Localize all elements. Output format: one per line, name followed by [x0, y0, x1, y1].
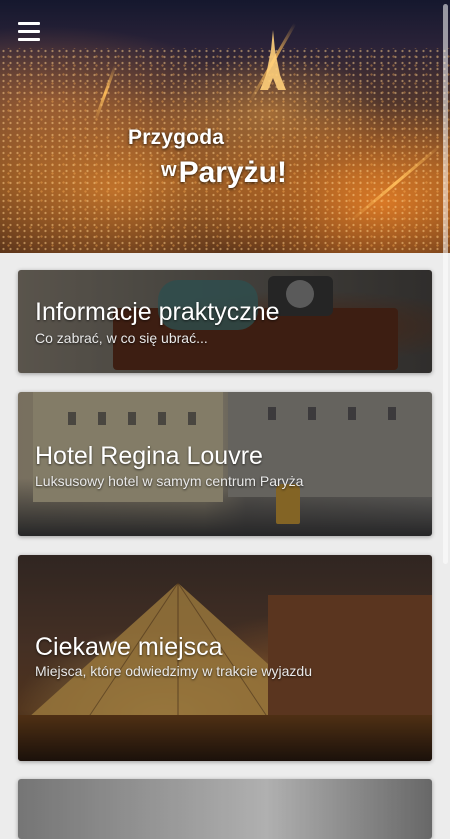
card-title: Informacje praktyczne — [35, 298, 280, 326]
card-title: Ciekawe miejsca — [35, 633, 223, 661]
card-practical-info[interactable]: Informacje praktyczne Co zabrać, w co si… — [18, 270, 432, 373]
card-attractions[interactable]: Ciekawe miejsca Miejsca, które odwiedzim… — [18, 555, 432, 761]
menu-button[interactable] — [12, 14, 46, 48]
card-subtitle: Luksusowy hotel w samym centrum Paryża — [35, 473, 304, 489]
title-line-2: Paryżu! — [178, 156, 287, 189]
card-title: Hotel Regina Louvre — [35, 442, 263, 470]
title-line-1: Przygoda — [128, 126, 225, 149]
eiffel-tower-icon — [260, 30, 286, 90]
card-subtitle: Co zabrać, w co się ubrać... — [35, 330, 208, 346]
title-w: w — [161, 159, 177, 181]
card-subtitle: Miejsca, które odwiedzimy w trakcie wyja… — [35, 663, 312, 679]
hero-banner: Przygoda wParyżu! — [0, 0, 450, 253]
scrollbar[interactable] — [443, 4, 448, 564]
hamburger-menu-icon — [18, 21, 40, 25]
card-next[interactable] — [18, 779, 432, 839]
card-hotel[interactable]: Hotel Regina Louvre Luksusowy hotel w sa… — [18, 392, 432, 536]
app-title: Przygoda wParyżu! — [128, 126, 287, 194]
